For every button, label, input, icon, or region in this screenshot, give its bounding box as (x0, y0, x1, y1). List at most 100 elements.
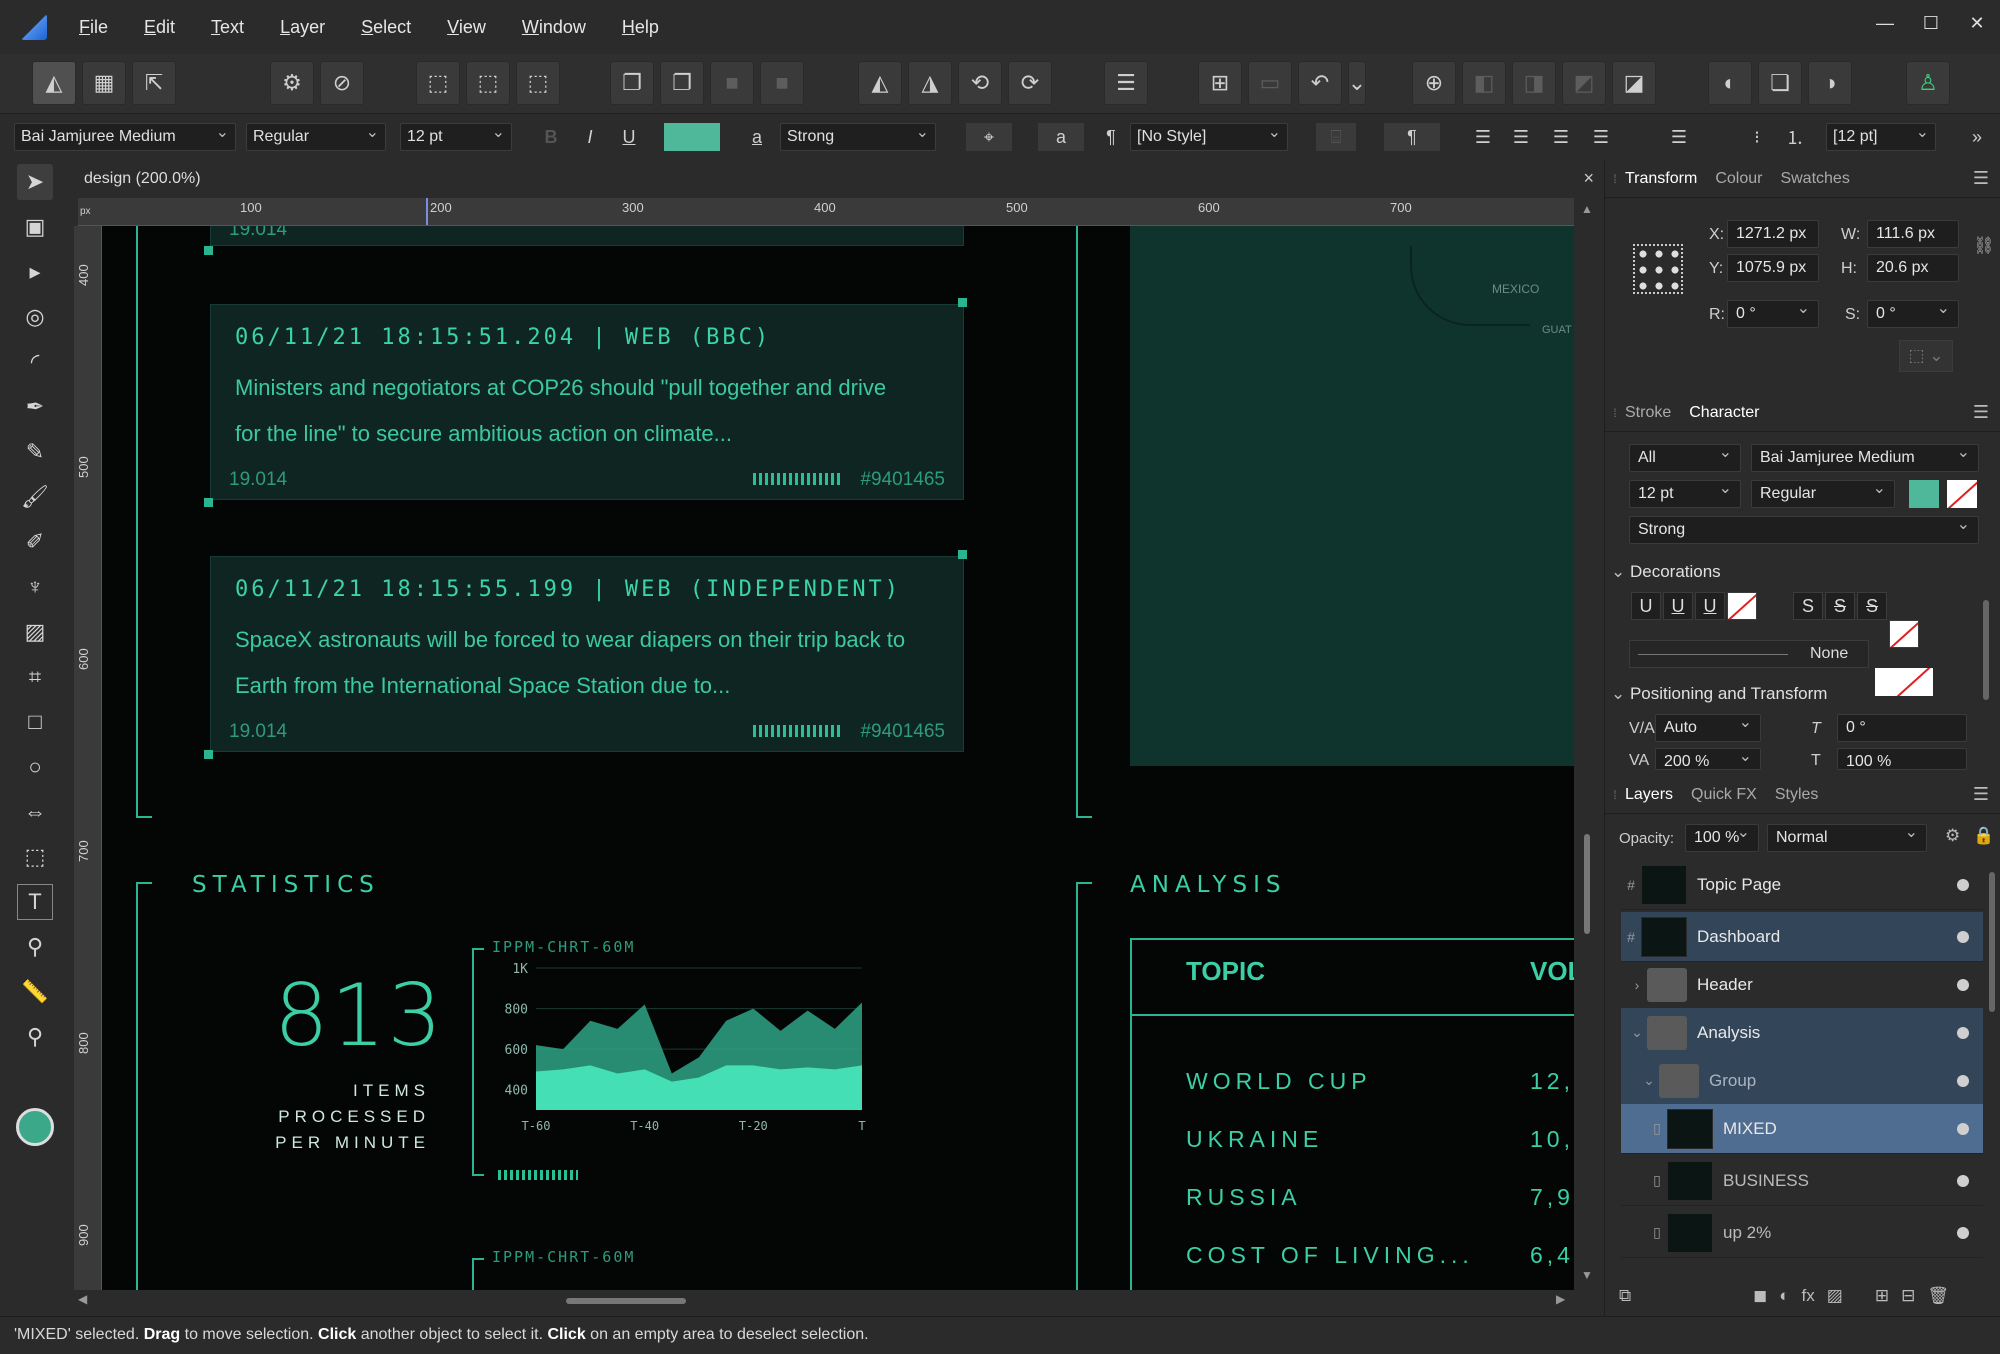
text-fill-swatch[interactable] (664, 123, 720, 151)
character-scope-select[interactable]: All (1629, 440, 1741, 472)
pixel-persona-icon[interactable]: ▦ (82, 61, 126, 105)
align-right-icon[interactable]: ☰ (1546, 123, 1576, 151)
corner-tool-icon[interactable]: ◜ (17, 344, 53, 380)
preferences-icon[interactable]: ⊘ (320, 61, 364, 105)
layer-settings-icon[interactable]: ⚙ (1945, 826, 1960, 846)
scroll-up-icon[interactable]: ▲ (1581, 202, 1593, 216)
x-field[interactable]: 1271.2 px (1727, 220, 1819, 248)
eyedropper-tool-icon[interactable]: ⚲ (17, 929, 53, 965)
clip-icon[interactable]: ❏ (1758, 61, 1802, 105)
character-style-select[interactable]: Strong (780, 120, 936, 151)
text-tool-icon[interactable]: T (17, 884, 53, 920)
italic-button[interactable]: I (575, 123, 605, 151)
add-group-icon[interactable]: ⊟ (1901, 1286, 1915, 1312)
vertical-align-icon[interactable]: ☰ (1664, 123, 1694, 151)
strike-colour-swatch[interactable] (1889, 620, 1919, 648)
user-account-icon[interactable]: ♙ (1906, 61, 1950, 105)
tab-quick-fx[interactable]: Quick FX (1691, 786, 1757, 804)
pen-tool-icon[interactable]: ✒ (17, 389, 53, 425)
fx-icon[interactable]: fx (1802, 1286, 1815, 1312)
visibility-toggle-icon[interactable] (1957, 1226, 1969, 1239)
adjustment-icon[interactable]: ◐ (1779, 1286, 1789, 1312)
scroll-down-icon[interactable]: ▼ (1581, 1268, 1593, 1282)
underline-double-button[interactable]: U (1663, 592, 1693, 620)
lock-aspect-icon[interactable]: ⛓ (1973, 236, 1995, 256)
layer-row-analysis[interactable]: ⌄ Analysis (1621, 1008, 1983, 1058)
tab-colour[interactable]: Colour (1715, 170, 1762, 188)
brush-tool-icon[interactable]: 🖌 (17, 479, 53, 515)
rectangle-tool-icon[interactable]: □ (17, 704, 53, 740)
tab-layers[interactable]: Layers (1625, 786, 1673, 804)
anchor-point-icon[interactable] (1633, 244, 1683, 294)
panel-menu-icon[interactable]: ☰ (1973, 168, 1989, 189)
selection-handle[interactable] (958, 298, 967, 307)
positioning-header[interactable]: Positioning and Transform (1611, 684, 1828, 704)
scroll-left-icon[interactable]: ◀ (78, 1292, 87, 1306)
paragraph-style-select[interactable]: [No Style] (1130, 120, 1288, 151)
decorations-header[interactable]: Decorations (1611, 562, 1721, 582)
tab-stroke[interactable]: Stroke (1625, 404, 1671, 422)
tab-transform[interactable]: Transform (1625, 170, 1697, 188)
scroll-right-icon[interactable]: ▶ (1556, 1292, 1565, 1306)
visibility-toggle-icon[interactable] (1957, 878, 1969, 891)
strike-single-button[interactable]: S (1793, 592, 1823, 620)
document-setup-icon[interactable]: ⚙ (270, 61, 314, 105)
flip-horizontal-icon[interactable]: ◭ (858, 61, 902, 105)
minimize-icon[interactable]: — (1862, 0, 1908, 46)
selection-handle[interactable] (204, 750, 213, 759)
kerning-field[interactable]: Auto (1655, 710, 1761, 742)
layer-row-topic-page[interactable]: # Topic Page (1621, 860, 1983, 910)
pixel-brush-icon[interactable]: ✐ (17, 524, 53, 560)
selection-handle[interactable] (958, 550, 967, 559)
collapse-chevron-icon[interactable]: ⌄ (1627, 1024, 1647, 1041)
selection-handle[interactable] (204, 498, 213, 507)
mask-icon[interactable]: ◐ (1708, 61, 1752, 105)
measure-tool-icon[interactable]: 📏 (17, 974, 53, 1010)
toolbar-overflow-button[interactable]: » (1962, 123, 1992, 151)
pencil-tool-icon[interactable]: ✎ (17, 434, 53, 470)
layer-row-dashboard[interactable]: # Dashboard (1621, 912, 1983, 962)
numbering-icon[interactable]: ⒈ (1780, 123, 1810, 151)
blend-mode-select[interactable]: Normal (1767, 820, 1927, 852)
vertical-scroll-thumb[interactable] (1584, 834, 1590, 934)
text-wrap-icon[interactable]: ⌸ (1316, 123, 1356, 151)
leading-select[interactable]: [12 pt] (1826, 120, 1936, 151)
panel-menu-icon[interactable]: ☰ (1973, 784, 1989, 805)
layers-scroll-thumb[interactable] (1989, 872, 1995, 1012)
font-size-select[interactable]: 12 pt (400, 120, 512, 151)
layer-lock-icon[interactable]: 🔒 (1973, 826, 1994, 846)
layer-row-up-2[interactable]: ▯ up 2% (1621, 1208, 1983, 1258)
show-special-chars-button[interactable]: ¶ (1384, 123, 1440, 151)
news-card-partial[interactable]: 19.014 (210, 226, 964, 246)
snapping-dropdown-icon[interactable]: ⌄ (1348, 61, 1366, 105)
underline-colour-swatch[interactable] (1727, 592, 1757, 620)
arrange-back-icon[interactable]: ❐ (610, 61, 654, 105)
paragraph-style-icon[interactable]: ¶ (1096, 123, 1126, 151)
layer-row-group[interactable]: ⌄ Group (1621, 1056, 1983, 1106)
scale-field[interactable]: 100 % (1837, 748, 1967, 770)
fill-colour-swatch[interactable] (16, 1108, 54, 1146)
menu-edit[interactable]: Edit (144, 17, 175, 38)
colour-picker-icon[interactable]: ◑ (1808, 61, 1852, 105)
tracking-field[interactable]: 200 % (1655, 744, 1761, 770)
snap-bounds-2-icon[interactable]: ⬚ (466, 61, 510, 105)
flip-vertical-icon[interactable]: ◮ (908, 61, 952, 105)
align-center-icon[interactable]: ☰ (1506, 123, 1536, 151)
menu-select[interactable]: Select (361, 17, 411, 38)
vector-crop-icon[interactable]: ⬚ (17, 839, 53, 875)
horizontal-scrollbar[interactable]: ◀ ▶ (74, 1290, 1576, 1312)
decoration-colour-swatch[interactable] (1875, 668, 1933, 696)
shear-field[interactable]: 0 ° (1837, 714, 1967, 742)
live-filter-icon[interactable]: ▨ (1827, 1286, 1843, 1312)
layer-row-business[interactable]: ▯ BUSINESS (1621, 1156, 1983, 1206)
menu-text[interactable]: Text (211, 17, 244, 38)
snap-bounds-3-icon[interactable]: ⬚ (516, 61, 560, 105)
character-style-preset[interactable]: Strong (1629, 512, 1979, 544)
undo-history-icon[interactable]: ↶ (1298, 61, 1342, 105)
vertical-scrollbar[interactable]: ▲ ▼ (1576, 198, 1598, 1290)
transform-options-icon[interactable]: ⬚ ⌄ (1899, 340, 1953, 372)
add-layer-icon[interactable]: ⊞ (1875, 1286, 1889, 1312)
add-mask-icon[interactable]: ◼ (1753, 1286, 1767, 1312)
align-left-icon[interactable]: ☰ (1468, 123, 1498, 151)
text-fill-swatch[interactable] (1909, 480, 1939, 508)
